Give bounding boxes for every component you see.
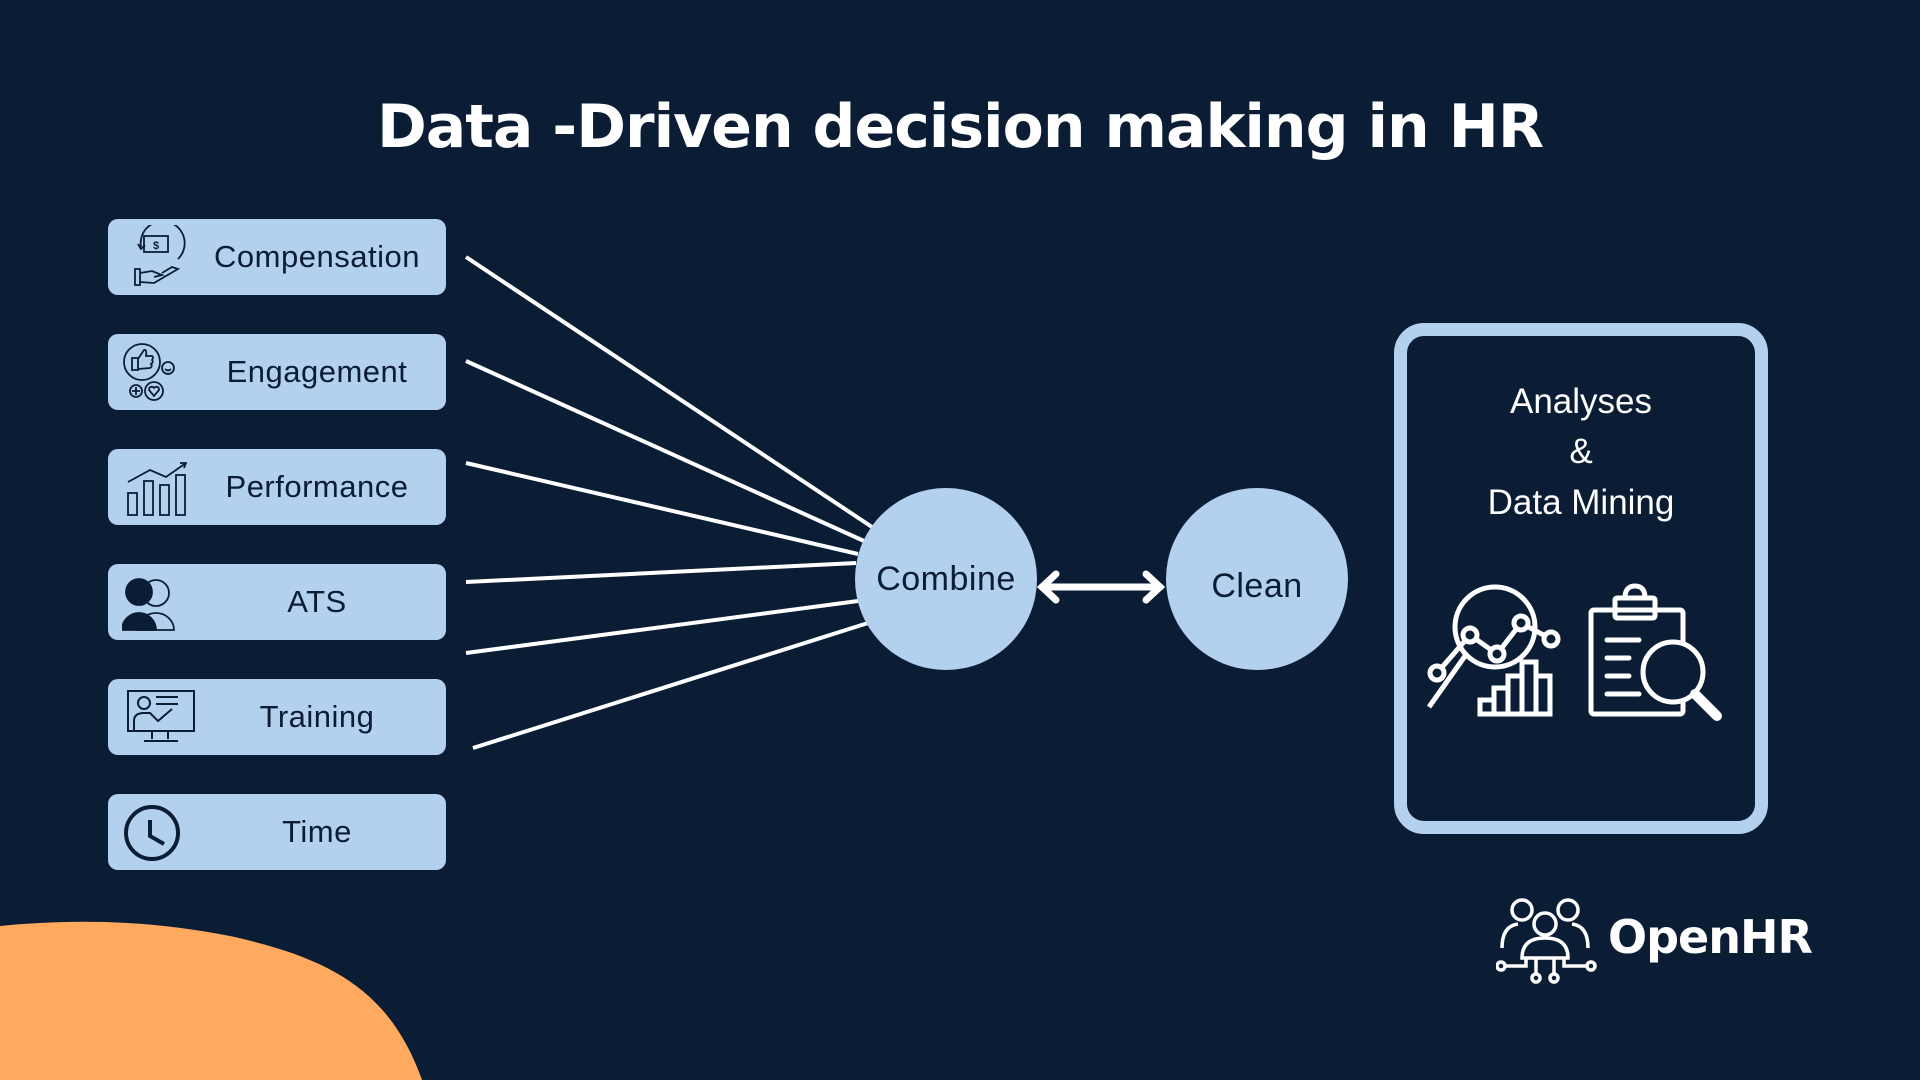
- double-arrow: [1036, 570, 1166, 604]
- source-box-time[interactable]: Time: [108, 794, 446, 870]
- connector-line-time: [472, 621, 869, 750]
- source-label: Performance: [225, 469, 409, 504]
- source-label: Time: [282, 814, 352, 849]
- source-box-training[interactable]: Training: [108, 679, 446, 755]
- source-label: ATS: [287, 584, 347, 619]
- source-box-ats[interactable]: ATS: [108, 564, 446, 640]
- clock-icon: [124, 805, 180, 861]
- connector-line-ats: [465, 561, 857, 584]
- openhr-logo-icon: [1496, 898, 1597, 984]
- analyses-panel[interactable]: Analyses & Data Mining: [1394, 323, 1768, 834]
- performance-icon: [127, 462, 188, 516]
- panel-title-line3: Data Mining: [1487, 483, 1675, 522]
- panel-title-line2: &: [1569, 432, 1593, 471]
- source-box-compensation[interactable]: $ Compensation: [108, 219, 446, 295]
- svg-text:$: $: [153, 240, 159, 252]
- source-box-engagement[interactable]: Engagement: [108, 334, 446, 410]
- combine-node[interactable]: Combine: [855, 488, 1037, 670]
- clipboard-search-icon: [1588, 583, 1722, 721]
- source-box-performance[interactable]: Performance: [108, 449, 446, 525]
- people-icon: [122, 578, 175, 631]
- source-label: Engagement: [226, 354, 408, 389]
- training-icon: [127, 690, 195, 742]
- clean-node[interactable]: Clean: [1166, 488, 1348, 670]
- chart-magnifier-icon: [1427, 584, 1561, 717]
- analytics-icons: [1427, 583, 1722, 721]
- brand-name: OpenHR: [1608, 910, 1813, 964]
- engagement-icon: [123, 343, 175, 401]
- connector-line-compensation: [464, 255, 874, 529]
- source-label: Training: [259, 699, 375, 734]
- panel-title-line1: Analyses: [1509, 382, 1653, 421]
- source-label: Compensation: [214, 239, 420, 274]
- compensation-icon: $: [134, 225, 186, 286]
